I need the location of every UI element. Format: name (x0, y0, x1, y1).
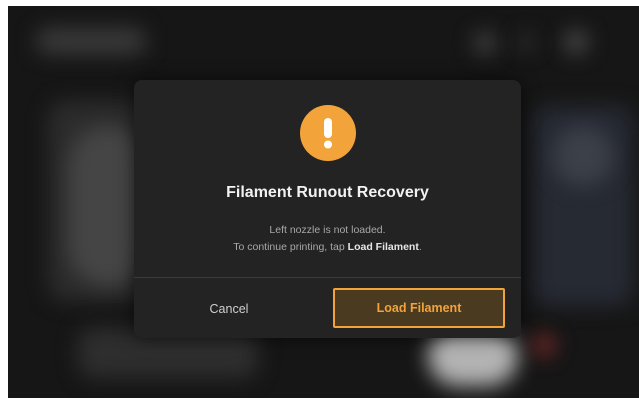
dialog-title: Filament Runout Recovery (226, 184, 429, 201)
message-emphasis: Load Filament (347, 241, 419, 253)
background-indicator (533, 334, 555, 356)
background-header-title (36, 28, 146, 54)
background-status-icon (564, 30, 588, 54)
cancel-button[interactable]: Cancel (154, 288, 304, 330)
filament-runout-dialog: Filament Runout Recovery Left nozzle is … (134, 80, 521, 338)
message-prefix: To continue printing, tap (233, 241, 348, 253)
warning-exclamation-icon (300, 105, 356, 161)
background-status-icon (474, 32, 496, 54)
message-suffix: . (418, 241, 422, 253)
dialog-message-line2: To continue printing, tap Load Filament. (134, 241, 521, 253)
background-graphic-right (553, 126, 613, 186)
printer-screen: Filament Runout Recovery Left nozzle is … (8, 6, 639, 398)
dialog-divider (134, 277, 521, 278)
dialog-message-line1: Left nozzle is not loaded. (269, 224, 386, 236)
background-status-icon (518, 34, 534, 50)
load-filament-button[interactable]: Load Filament (333, 288, 505, 328)
